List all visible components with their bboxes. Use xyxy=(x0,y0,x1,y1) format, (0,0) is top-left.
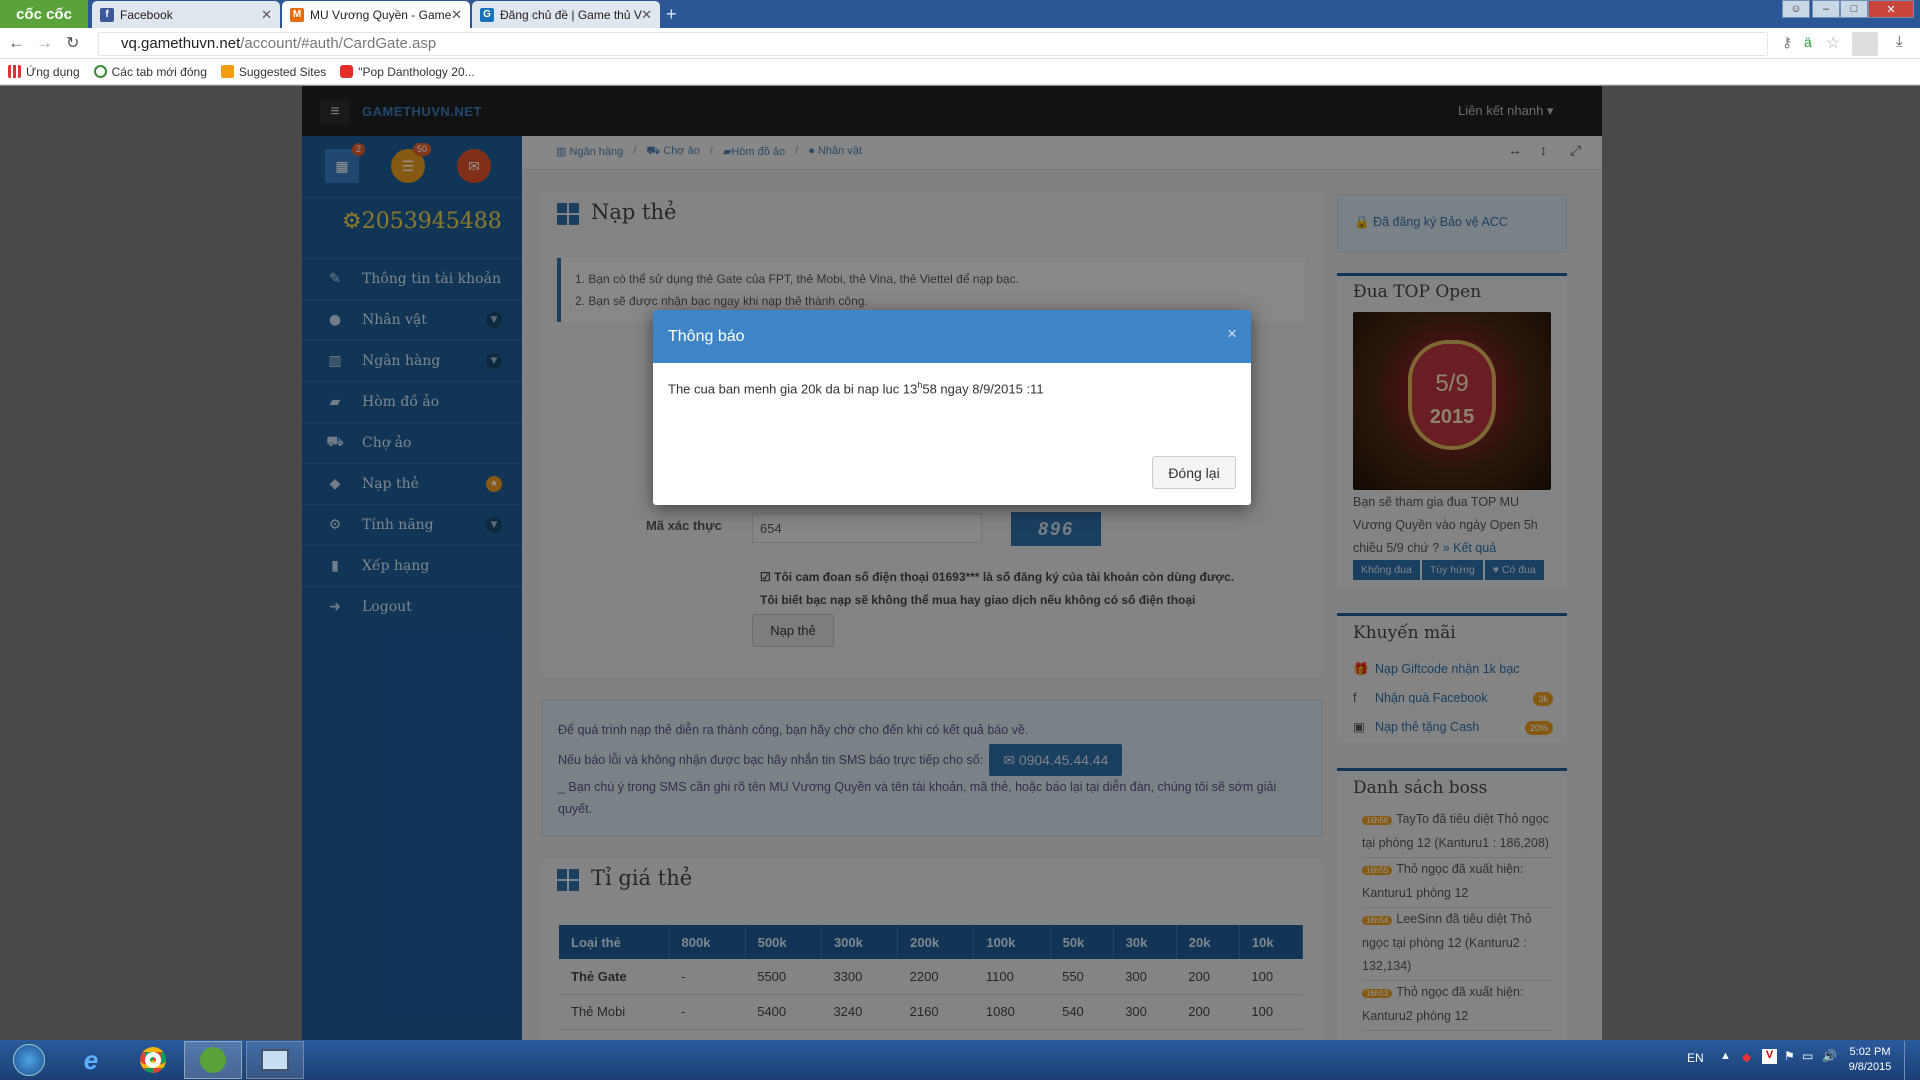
start-button[interactable] xyxy=(0,1041,58,1079)
youtube-icon xyxy=(340,65,354,78)
download-button[interactable] xyxy=(1852,32,1878,56)
browser-logo[interactable]: cốc cốc xyxy=(0,0,88,28)
chrome-icon[interactable] xyxy=(124,1041,182,1079)
flag-icon[interactable]: ⚑ xyxy=(1784,1049,1795,1063)
tray-expand-icon[interactable]: ▲ xyxy=(1720,1050,1731,1062)
unikey-icon[interactable]: V xyxy=(1762,1049,1777,1064)
antivirus-icon[interactable]: ◆ xyxy=(1742,1050,1751,1064)
modal-header: Thông báo xyxy=(653,310,1251,363)
bookmark-recent-tabs[interactable]: Các tab mới đóng xyxy=(93,64,207,79)
facebook-icon: f xyxy=(100,7,114,22)
suggested-icon xyxy=(220,65,234,78)
history-icon xyxy=(93,65,107,78)
bookmark-pop-danthology[interactable]: "Pop Danthology 20... xyxy=(340,64,475,79)
close-window-button[interactable]: ✕ xyxy=(1868,0,1914,18)
explorer-icon[interactable] xyxy=(246,1041,304,1079)
msg-part: 58 ngay 8/9/2015 :11 xyxy=(922,381,1044,397)
clock-time: 5:02 PM xyxy=(1849,1046,1891,1058)
msg-part: The cua ban menh gia 20k da bi nap luc 1… xyxy=(668,381,918,397)
tab-title: MU Vương Quyền - Game xyxy=(310,7,452,22)
close-tab-icon[interactable]: ✕ xyxy=(641,7,652,23)
modal-message: The cua ban menh gia 20k da bi nap luc 1… xyxy=(668,380,1044,396)
new-tab-button[interactable]: + xyxy=(666,4,677,25)
forward-icon[interactable]: → xyxy=(36,33,53,53)
url-field[interactable]: vq.gamethuvn.net/account/#auth/CardGate.… xyxy=(98,32,1768,56)
close-modal-button[interactable]: Đóng lại xyxy=(1152,456,1236,489)
language-indicator[interactable]: EN xyxy=(1687,1051,1704,1065)
url-host: vq.gamethuvn.net xyxy=(121,35,241,52)
bookmark-apps[interactable]: Ứng dụng xyxy=(8,65,80,79)
bookmark-label: "Pop Danthology 20... xyxy=(358,64,475,79)
clock-date: 9/8/2015 xyxy=(1848,1061,1892,1073)
bookmark-label: Suggested Sites xyxy=(238,64,327,79)
bookmark-suggested[interactable]: Suggested Sites xyxy=(220,64,327,79)
forum-favicon-icon: G xyxy=(480,7,494,22)
ie-icon[interactable]: e xyxy=(62,1041,120,1079)
tab-facebook[interactable]: f Facebook ✕ xyxy=(92,1,280,28)
tab-dang-chu-de[interactable]: G Đăng chủ đề | Game thủ V ✕ xyxy=(472,1,660,28)
download-icon[interactable]: ⤓ xyxy=(1896,33,1903,50)
bookmark-label: Các tab mới đóng xyxy=(111,64,207,79)
close-tab-icon[interactable]: ✕ xyxy=(451,7,462,23)
site-favicon-icon: M xyxy=(290,7,304,22)
show-desktop-button[interactable] xyxy=(1904,1041,1920,1080)
apps-icon xyxy=(8,65,21,78)
user-icon[interactable]: ☺ xyxy=(1782,0,1810,18)
translate-icon[interactable]: ä xyxy=(1804,34,1812,50)
reload-icon[interactable]: ↻ xyxy=(66,33,79,53)
notification-modal: Thông báo × The cua ban menh gia 20k da … xyxy=(653,310,1251,505)
modal-backdrop[interactable] xyxy=(0,86,1920,1040)
key-icon[interactable]: ⚷ xyxy=(1782,34,1792,51)
url-path: /account/#auth/CardGate.asp xyxy=(240,35,437,52)
clock[interactable]: 5:02 PM 9/8/2015 xyxy=(1842,1045,1898,1075)
minimize-button[interactable]: – xyxy=(1812,0,1840,18)
tab-mu-vuong-quyen[interactable]: M MU Vương Quyền - Game ✕ xyxy=(282,1,470,28)
tab-title: Facebook xyxy=(120,7,173,22)
tab-title: Đăng chủ đề | Game thủ V xyxy=(500,7,642,22)
bookmarks-bar: Ứng dụng Các tab mới đóng Suggested Site… xyxy=(0,59,1920,85)
star-icon[interactable]: ☆ xyxy=(1826,33,1840,53)
volume-icon[interactable]: 🔊 xyxy=(1822,1049,1837,1063)
maximize-button[interactable]: □ xyxy=(1840,0,1868,18)
back-icon[interactable]: ← xyxy=(8,33,25,53)
close-tab-icon[interactable]: ✕ xyxy=(261,7,272,23)
modal-title: Thông báo xyxy=(668,328,745,345)
modal-close-icon[interactable]: × xyxy=(1227,324,1237,344)
network-icon[interactable]: ▭ xyxy=(1802,1049,1813,1063)
bookmark-label: Ứng dụng xyxy=(26,64,80,79)
coccoc-taskbar-icon[interactable] xyxy=(184,1041,242,1079)
